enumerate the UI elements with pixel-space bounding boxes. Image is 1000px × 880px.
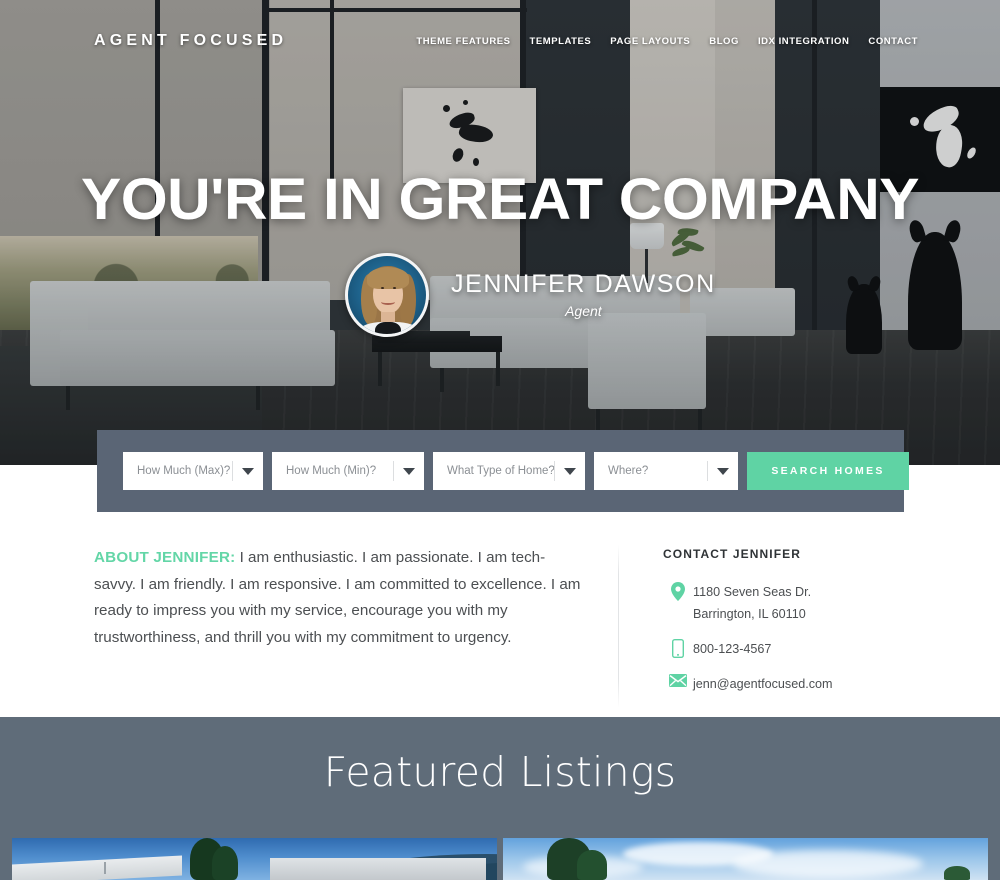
featured-listings-section: Featured Listings: [0, 717, 1000, 880]
contact-address: 1180 Seven Seas Dr. Barrington, IL 60110: [693, 581, 811, 625]
address-line-2: Barrington, IL 60110: [693, 607, 806, 621]
map-pin-icon: [663, 581, 693, 601]
nav-item-idx-integration[interactable]: IDX INTEGRATION: [758, 36, 849, 47]
nav-item-theme-features[interactable]: THEME FEATURES: [416, 36, 510, 47]
featured-listings-grid: [12, 838, 988, 880]
hero-section: AGENT FOCUSED THEME FEATURES TEMPLATES P…: [0, 0, 1000, 465]
site-logo[interactable]: AGENT FOCUSED: [94, 32, 287, 50]
chevron-down-icon: [717, 468, 729, 475]
contact-block: CONTACT JENNIFER 1180 Seven Seas Dr. Barr…: [663, 545, 906, 708]
about-lead-label: ABOUT JENNIFER:: [94, 549, 236, 566]
chevron-down-icon: [403, 468, 415, 475]
nav-item-templates[interactable]: TEMPLATES: [530, 36, 592, 47]
nav-item-contact[interactable]: CONTACT: [868, 36, 918, 47]
featured-listings-title: Featured Listings: [323, 748, 677, 796]
property-search-bar: How Much (Max)? How Much (Min)? What Typ…: [97, 430, 909, 512]
phone-icon: [663, 638, 693, 658]
contact-email-row: jenn@agentfocused.com: [663, 673, 906, 695]
listing-card[interactable]: [12, 838, 497, 880]
home-type-select[interactable]: What Type of Home?: [433, 452, 585, 490]
nav-item-blog[interactable]: BLOG: [709, 36, 739, 47]
hero-headline: YOU'RE IN GREAT COMPANY: [81, 167, 919, 232]
home-type-label: What Type of Home?: [447, 465, 555, 477]
contact-phone[interactable]: 800-123-4567: [693, 638, 771, 660]
chevron-down-icon: [242, 468, 254, 475]
chevron-down-icon: [564, 468, 576, 475]
search-homes-button[interactable]: SEARCH HOMES: [747, 452, 909, 490]
about-text-block: ABOUT JENNIFER: I am enthusiastic. I am …: [94, 545, 618, 708]
about-paragraph: ABOUT JENNIFER: I am enthusiastic. I am …: [94, 545, 584, 651]
agent-role: Agent: [565, 302, 602, 319]
listing-card[interactable]: [503, 838, 988, 880]
agent-avatar: [345, 253, 429, 337]
contact-heading: CONTACT JENNIFER: [663, 547, 802, 561]
select-separator: [232, 461, 233, 481]
location-label: Where?: [608, 465, 649, 477]
price-max-label: How Much (Max)?: [137, 465, 231, 477]
price-min-select[interactable]: How Much (Min)?: [272, 452, 424, 490]
main-navigation: THEME FEATURES TEMPLATES PAGE LAYOUTS BL…: [416, 36, 918, 47]
envelope-icon: [663, 673, 693, 687]
contact-phone-row: 800-123-4567: [663, 638, 906, 660]
contact-email[interactable]: jenn@agentfocused.com: [693, 673, 833, 695]
select-separator: [554, 461, 555, 481]
address-line-1: 1180 Seven Seas Dr.: [693, 585, 812, 599]
agent-name: JENNIFER DAWSON: [451, 269, 716, 298]
price-max-select[interactable]: How Much (Max)?: [123, 452, 263, 490]
contact-address-row: 1180 Seven Seas Dr. Barrington, IL 60110: [663, 581, 906, 625]
price-min-label: How Much (Min)?: [286, 465, 377, 477]
select-separator: [707, 461, 708, 481]
agent-identity-block: JENNIFER DAWSON Agent: [345, 253, 716, 337]
site-header: AGENT FOCUSED THEME FEATURES TEMPLATES P…: [0, 0, 1000, 82]
section-divider: [618, 545, 619, 708]
location-select[interactable]: Where?: [594, 452, 738, 490]
select-separator: [393, 461, 394, 481]
nav-item-page-layouts[interactable]: PAGE LAYOUTS: [610, 36, 690, 47]
